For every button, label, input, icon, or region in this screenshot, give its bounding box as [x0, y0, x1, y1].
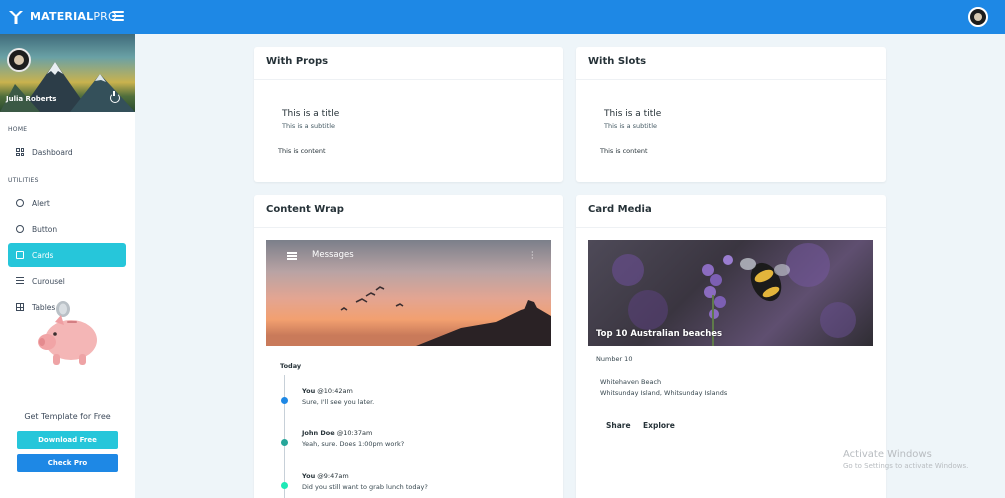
message-author: You @10:42am — [302, 387, 353, 395]
media-subtitle: Number 10 — [596, 355, 633, 363]
activate-windows-title: Activate Windows — [843, 449, 932, 460]
timeline-dot — [281, 439, 288, 446]
alert-circle-icon — [16, 199, 24, 207]
card-title: This is a title — [604, 109, 662, 119]
media-caption: Top 10 Australian beaches — [596, 329, 723, 339]
timeline-heading: Today — [280, 362, 302, 370]
sidebar-item-label: Button — [32, 225, 58, 234]
sidebar-item-label: Cards — [32, 251, 54, 260]
media-text-line2: Whitsunday Island, Whitsunday Islands — [600, 389, 728, 397]
sidebar-item-alert[interactable]: Alert — [8, 191, 126, 215]
card-header: With Props — [266, 56, 329, 67]
sidebar: Julia Roberts HOME Dashboard UTILITIES A… — [0, 34, 135, 498]
message-text: Yeah, sure. Does 1:00pm work? — [302, 440, 405, 448]
dashboard-icon — [16, 148, 24, 156]
sidebar-item-button[interactable]: Button — [8, 217, 126, 241]
sidebar-item-cards[interactable]: Cards — [8, 243, 126, 267]
more-vert-icon[interactable]: · · · — [531, 249, 535, 263]
message-author: You @9:47am — [302, 472, 349, 480]
hamburger-menu-icon[interactable] — [112, 11, 124, 21]
brand-name[interactable]: MATERIALPRO — [30, 10, 117, 23]
profile-banner: Julia Roberts — [0, 34, 135, 112]
share-button[interactable]: Share — [606, 421, 631, 430]
card-header: With Slots — [588, 56, 647, 67]
timeline-dot — [281, 397, 288, 404]
toolbar-title: Messages — [312, 250, 354, 260]
check-pro-button[interactable]: Check Pro — [17, 454, 118, 472]
section-label-utilities: UTILITIES — [8, 177, 39, 184]
card-divider — [254, 227, 563, 228]
toolbar-menu-icon[interactable] — [287, 252, 297, 260]
cards-icon — [16, 251, 24, 259]
button-circle-icon — [16, 225, 24, 233]
user-avatar[interactable] — [968, 7, 988, 27]
message-author: John Doe @10:37am — [302, 429, 373, 437]
card-divider — [576, 79, 886, 80]
sidebar-item-label: Curousel — [32, 277, 65, 286]
card-header: Card Media — [588, 204, 652, 215]
sidebar-item-label: Dashboard — [32, 148, 73, 157]
profile-avatar[interactable] — [7, 48, 31, 72]
card-divider — [254, 79, 563, 80]
download-free-button[interactable]: Download Free — [17, 431, 118, 449]
card-divider — [576, 227, 886, 228]
sidebar-item-dashboard[interactable]: Dashboard — [8, 140, 126, 164]
sliders-icon — [16, 277, 24, 285]
profile-name[interactable]: Julia Roberts — [6, 95, 56, 103]
sidebar-item-curousel[interactable]: Curousel — [8, 269, 126, 293]
card-content: This is content — [278, 147, 326, 155]
section-label-home: HOME — [8, 126, 28, 133]
table-icon — [16, 303, 24, 311]
card-media: Card Media Top 10 Australian beaches Num… — [576, 195, 886, 498]
sidebar-item-label: Alert — [32, 199, 50, 208]
message-text: Sure, I'll see you later. — [302, 398, 375, 406]
timeline-line — [284, 375, 285, 498]
power-icon[interactable] — [110, 91, 120, 103]
message-text: Did you still want to grab lunch today? — [302, 483, 428, 491]
card-title: This is a title — [282, 109, 340, 119]
card-header: Content Wrap — [266, 204, 344, 215]
materialpro-logo-icon[interactable] — [8, 9, 24, 25]
card-with-props: With Props This is a title This is a sub… — [254, 47, 563, 182]
top-app-bar: MATERIALPRO — [0, 0, 1005, 34]
piggy-bank-illustration — [38, 301, 97, 365]
timeline-dot — [281, 482, 288, 489]
media-image: Top 10 Australian beaches — [588, 240, 873, 346]
card-content: This is content — [600, 147, 648, 155]
card-subtitle: This is a subtitle — [604, 122, 657, 130]
promo-text: Get Template for Free — [24, 412, 111, 421]
media-text-line1: Whitehaven Beach — [600, 378, 662, 386]
card-content-wrap: Content Wrap Messages · · · Today You @10:… — [254, 195, 563, 498]
messages-toolbar-image: Messages · · · — [266, 240, 551, 346]
card-with-slots: With Slots This is a title This is a sub… — [576, 47, 886, 182]
explore-button[interactable]: Explore — [643, 421, 675, 430]
card-subtitle: This is a subtitle — [282, 122, 335, 130]
activate-windows-subtitle: Go to Settings to activate Windows. — [843, 462, 969, 470]
